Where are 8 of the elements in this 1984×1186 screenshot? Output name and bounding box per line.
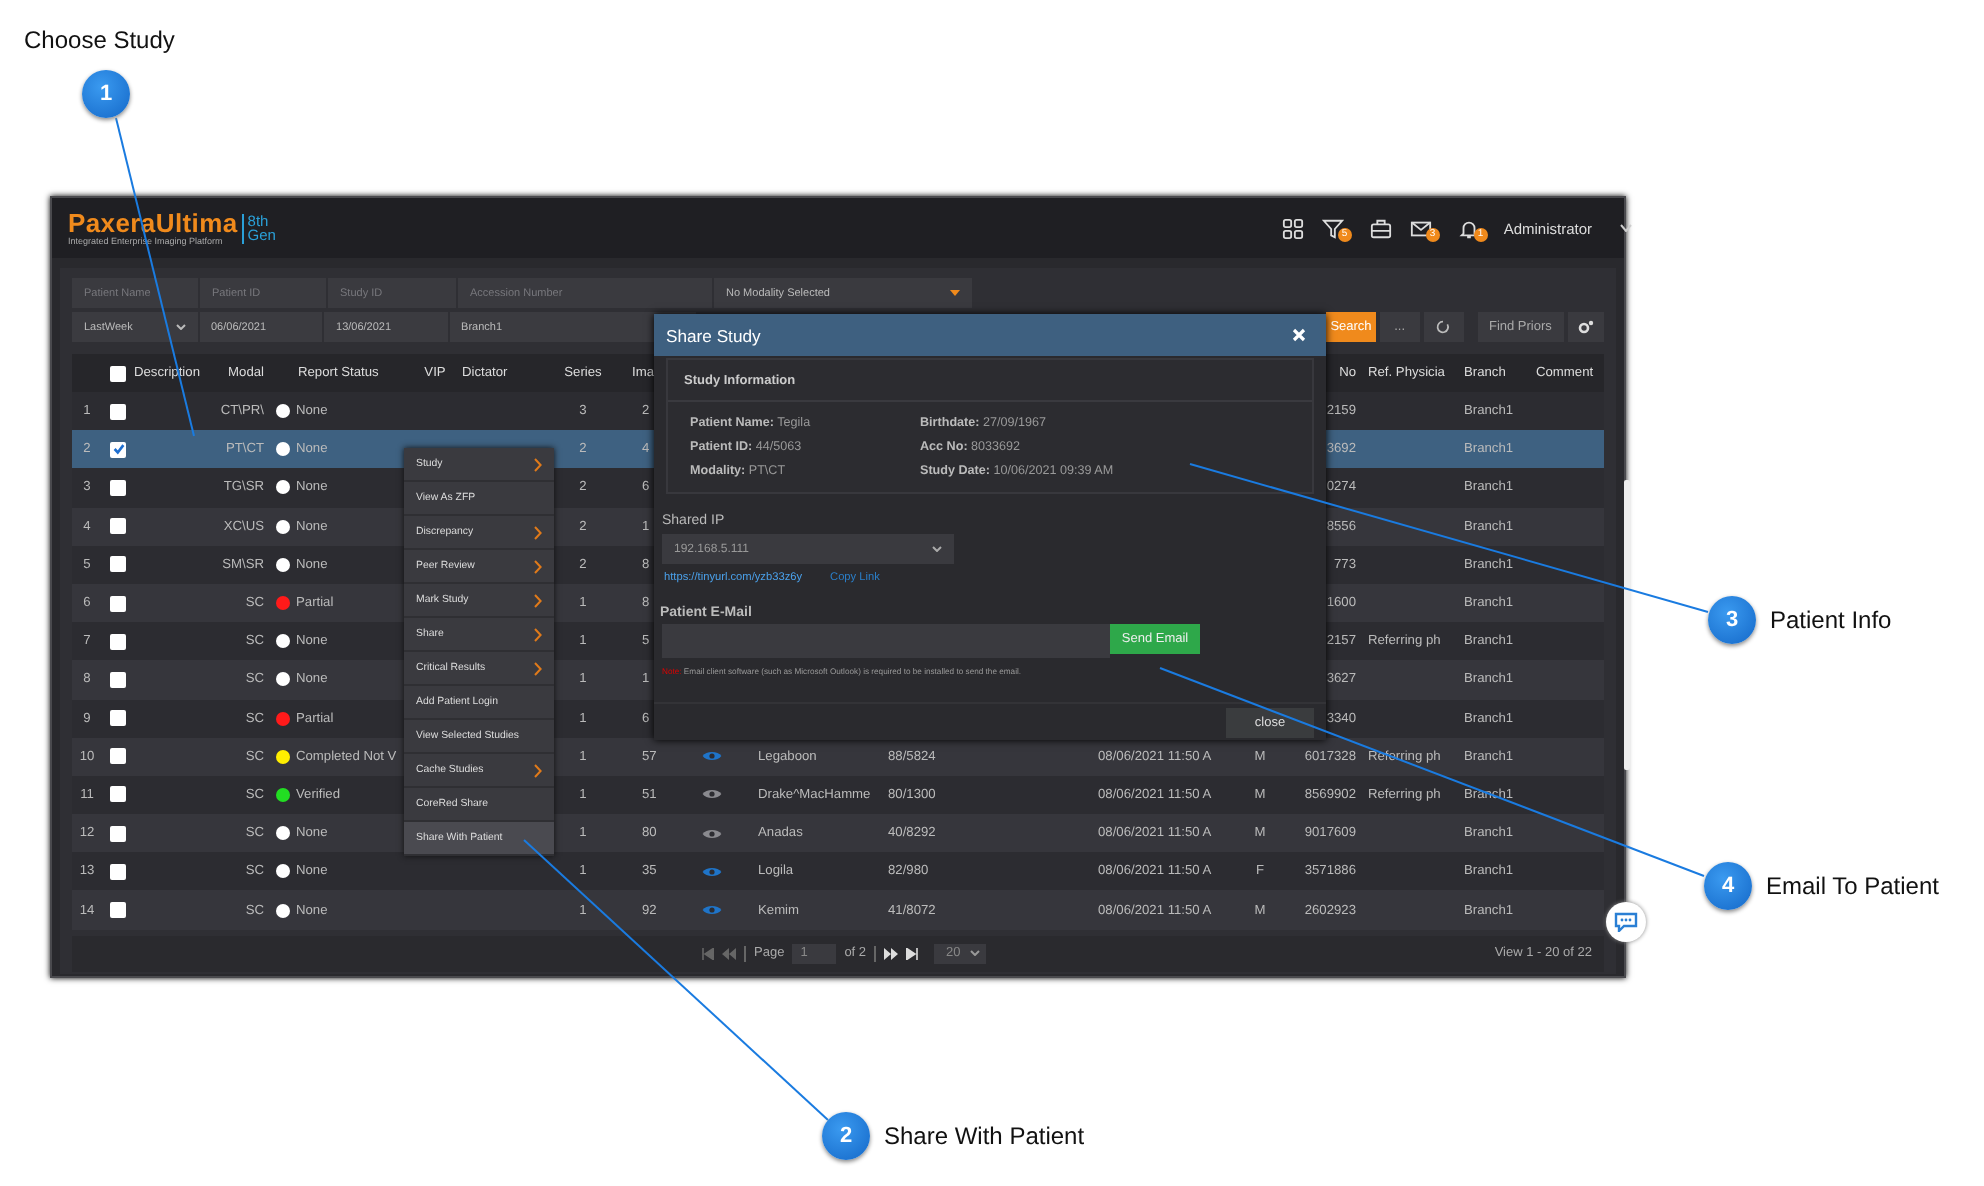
callout-number: 4 — [1704, 862, 1752, 910]
callout-label: Email To Patient — [1766, 872, 1939, 900]
page-title: Choose Study — [24, 26, 175, 54]
callout-number: 3 — [1708, 596, 1756, 644]
callout-label: Share With Patient — [884, 1122, 1085, 1150]
callout-number: 1 — [82, 70, 130, 118]
callout-label: Patient Info — [1770, 606, 1892, 634]
callout-number: 2 — [822, 1112, 870, 1160]
